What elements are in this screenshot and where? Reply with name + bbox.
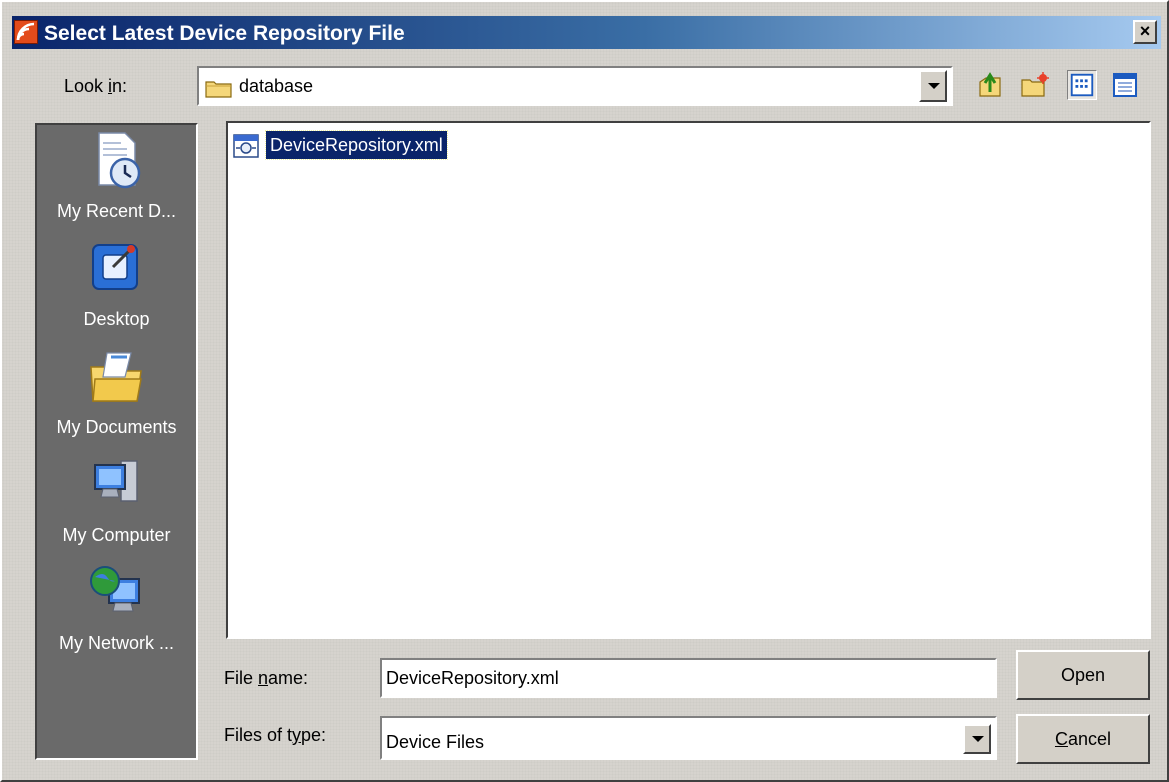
close-icon[interactable]: ×: [1133, 20, 1157, 44]
file-type-dropdown-button[interactable]: [963, 724, 991, 754]
app-icon: [14, 20, 38, 44]
place-label: My Documents: [56, 417, 177, 437]
window-title: Select Latest Device Repository File: [44, 22, 405, 45]
look-in-label: Look in:: [64, 76, 128, 96]
place-recent-documents[interactable]: My Recent D...: [37, 129, 196, 237]
details-view-icon[interactable]: [1110, 70, 1140, 100]
network-icon: [90, 566, 140, 612]
file-type-label: Files of type:: [224, 725, 327, 745]
desktop-icon: [92, 244, 138, 290]
new-folder-icon[interactable]: [1020, 70, 1050, 100]
file-name: DeviceRepository.xml: [265, 130, 448, 160]
file-list[interactable]: DeviceRepository.xml: [226, 121, 1151, 639]
open-button[interactable]: Open: [1016, 650, 1150, 700]
file-type-value: Device Files: [386, 732, 485, 752]
look-in-value: database: [239, 76, 314, 96]
folder-icon: [205, 81, 232, 98]
place-label: My Computer: [62, 525, 171, 545]
file-type-select[interactable]: Device Files: [380, 716, 997, 760]
title-bar[interactable]: Select Latest Device Repository File ×: [12, 16, 1161, 49]
look-in-dropdown-button[interactable]: [919, 70, 947, 102]
xml-file-icon: [233, 134, 259, 158]
file-chooser-dialog: Select Latest Device Repository File × L…: [0, 0, 1169, 782]
list-view-icon[interactable]: [1067, 70, 1097, 100]
places-bar: My Recent D... Desktop My Documents My C…: [35, 123, 198, 760]
file-name-label: File name:: [224, 668, 309, 688]
place-desktop[interactable]: Desktop: [37, 237, 196, 345]
up-one-level-icon[interactable]: [976, 70, 1006, 100]
my-documents-icon: [90, 352, 142, 402]
place-label: My Network ...: [58, 633, 174, 653]
place-label: Desktop: [83, 309, 150, 329]
place-label: My Recent D...: [56, 201, 177, 221]
look-in-combo[interactable]: database: [197, 66, 953, 106]
place-my-computer[interactable]: My Computer: [37, 453, 196, 561]
my-computer-icon: [94, 460, 138, 502]
place-my-network[interactable]: My Network ...: [37, 561, 196, 669]
file-name-field[interactable]: DeviceRepository.xml: [380, 658, 997, 698]
place-my-documents[interactable]: My Documents: [37, 345, 196, 453]
recent-documents-icon: [98, 132, 141, 189]
cancel-button[interactable]: Cancel: [1016, 714, 1150, 764]
